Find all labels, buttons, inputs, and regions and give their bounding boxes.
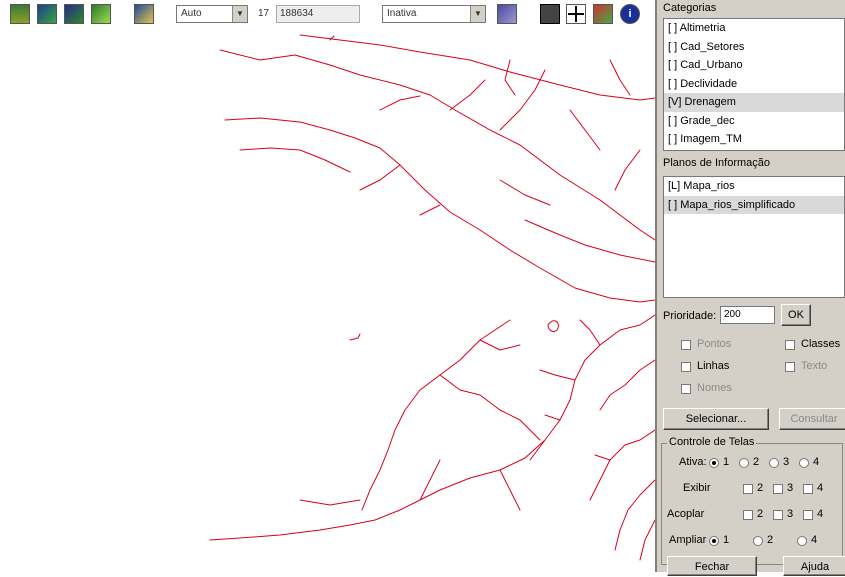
ampliar-radio-4[interactable] (797, 536, 807, 546)
list-item[interactable]: [L] Mapa_rios (664, 177, 844, 196)
planes-header: Planos de Informação (663, 157, 771, 169)
linhas-checkbox[interactable] (681, 362, 691, 372)
tile-icon[interactable] (134, 4, 154, 24)
screen-control-title: Controle de Telas (667, 436, 757, 448)
layer-panel: Categorias [ ] Altimetria [ ] Cad_Setore… (655, 0, 845, 576)
layer-state-select[interactable]: Inativa ▼ (382, 5, 486, 23)
acoplar-2-label: 2 (757, 508, 764, 520)
layer-state-value: Inativa (387, 8, 417, 19)
pontos-label: Pontos (697, 338, 732, 350)
categories-header: Categorias (663, 2, 717, 14)
acoplar-checkbox-4[interactable] (803, 510, 813, 520)
acoplar-3-label: 3 (787, 508, 794, 520)
chevron-down-icon[interactable]: ▼ (232, 6, 247, 22)
ampliar-1-label: 1 (723, 534, 730, 546)
query-icon[interactable] (593, 4, 613, 24)
classes-label: Classes (801, 338, 841, 350)
ativa-label: Ativa: (679, 456, 707, 468)
ampliar-label: Ampliar (669, 534, 707, 546)
ativa-2-label: 2 (753, 456, 760, 468)
acoplar-label: Acoplar (667, 508, 705, 520)
list-item[interactable]: [ ] Imagem_TM (664, 130, 844, 149)
nomes-label: Nomes (697, 382, 732, 394)
list-item[interactable]: [V] Drenagem (664, 93, 844, 112)
compute-button[interactable]: Consultar (779, 408, 845, 430)
crosshair-icon[interactable] (566, 4, 586, 24)
texto-label: Texto (801, 360, 828, 372)
scale-field[interactable]: 188634 (276, 5, 360, 23)
map-canvas[interactable] (0, 30, 656, 572)
list-item[interactable]: [ ] Cad_Setores (664, 38, 844, 57)
exibir-checkbox-4[interactable] (803, 484, 813, 494)
info-icon[interactable]: i (620, 4, 640, 24)
select-button[interactable]: Selecionar... (663, 408, 769, 430)
close-button[interactable]: Fechar (667, 556, 757, 576)
list-item[interactable]: [ ] Altimetria (664, 19, 844, 38)
ativa-radio-2[interactable] (739, 458, 749, 468)
nomes-checkbox[interactable] (681, 384, 691, 394)
ativa-radio-1[interactable] (709, 458, 719, 468)
priority-label: Prioridade: (663, 310, 717, 322)
exibir-label: Exibir (683, 482, 711, 494)
scale-number: 17 (258, 8, 270, 19)
exibir-2-label: 2 (757, 482, 764, 494)
acoplar-4-label: 4 (817, 508, 824, 520)
linhas-label: Linhas (697, 360, 730, 372)
planes-list[interactable]: [L] Mapa_rios [ ] Mapa_rios_simplificado (663, 176, 845, 298)
list-item[interactable]: [ ] Cad_Urbano (664, 56, 844, 75)
acoplar-checkbox-3[interactable] (773, 510, 783, 520)
texto-checkbox[interactable] (785, 362, 795, 372)
help-button[interactable]: Ajuda (783, 556, 845, 576)
ativa-3-label: 3 (783, 456, 790, 468)
chevron-down-icon[interactable]: ▼ (470, 6, 485, 22)
exibir-checkbox-2[interactable] (743, 484, 753, 494)
classes-checkbox[interactable] (785, 340, 795, 350)
exibir-3-label: 3 (787, 482, 794, 494)
priority-field[interactable]: 200 (720, 306, 775, 324)
ativa-1-label: 1 (723, 456, 730, 468)
categories-list[interactable]: [ ] Altimetria [ ] Cad_Setores [ ] Cad_U… (663, 18, 845, 151)
layers-icon[interactable] (10, 4, 30, 24)
ampliar-4-label: 4 (811, 534, 818, 546)
list-item[interactable]: [ ] Declividade (664, 75, 844, 94)
pencil-icon[interactable] (91, 4, 111, 24)
map-icon[interactable] (37, 4, 57, 24)
ok-button[interactable]: OK (781, 304, 811, 326)
table-icon[interactable] (497, 4, 517, 24)
ampliar-radio-1[interactable] (709, 536, 719, 546)
globe-icon[interactable] (64, 4, 84, 24)
exibir-checkbox-3[interactable] (773, 484, 783, 494)
list-item[interactable]: [ ] Mapa_rios_simplificado (664, 195, 844, 214)
ampliar-radio-2[interactable] (753, 536, 763, 546)
pontos-checkbox[interactable] (681, 340, 691, 350)
ativa-radio-4[interactable] (799, 458, 809, 468)
toolbar: Auto ▼ 17 188634 Inativa ▼ i (0, 0, 655, 30)
ampliar-2-label: 2 (767, 534, 774, 546)
mode-value: Auto (181, 8, 202, 19)
list-item[interactable]: [ ] Grade_dec (664, 112, 844, 131)
ativa-radio-3[interactable] (769, 458, 779, 468)
acoplar-checkbox-2[interactable] (743, 510, 753, 520)
ativa-4-label: 4 (813, 456, 820, 468)
print-icon[interactable] (540, 4, 560, 24)
mode-select[interactable]: Auto ▼ (176, 5, 248, 23)
drainage-map (209, 34, 656, 561)
exibir-4-label: 4 (817, 482, 824, 494)
